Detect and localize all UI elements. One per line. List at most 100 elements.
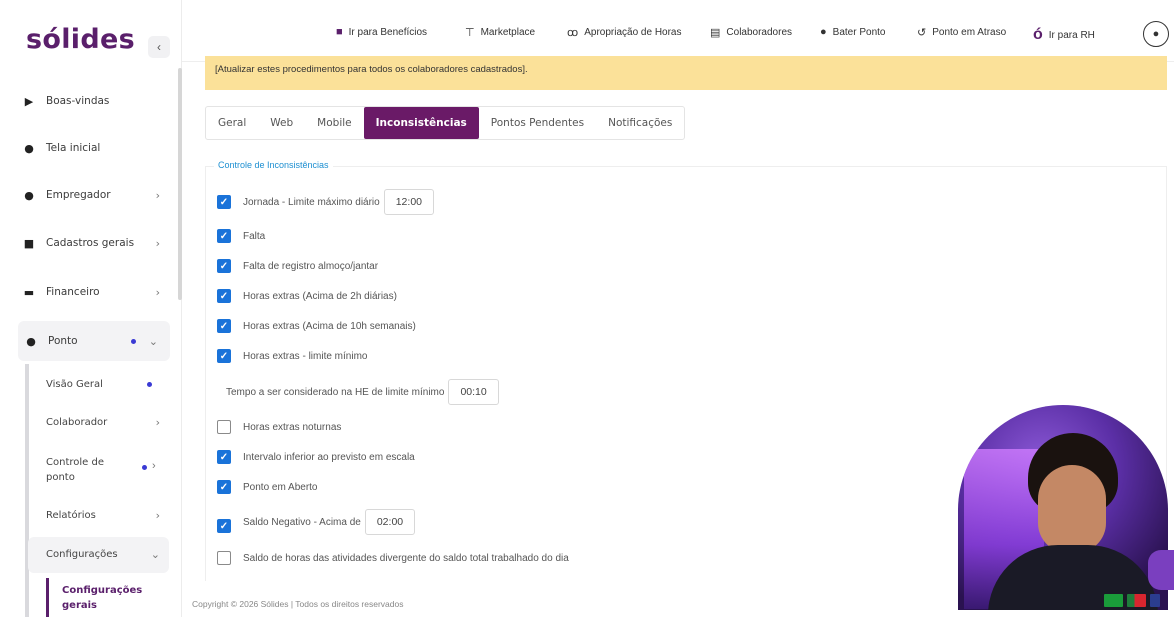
option-he-noturnas: Horas extras noturnas	[217, 420, 341, 434]
option-jornada-limite: ✓ Jornada - Limite máximo diário 12:00	[217, 189, 434, 215]
flag-brazil-icon[interactable]	[1104, 594, 1123, 607]
chevron-right-icon: ›	[155, 285, 160, 299]
option-falta-registro: ✓ Falta de registro almoço/jantar	[217, 259, 378, 273]
sidebar-subsubitem-configuracoes-gerais[interactable]: Configurações gerais	[62, 583, 162, 613]
option-label: Intervalo inferior ao previsto em escala	[243, 451, 415, 463]
tab-pontos-pendentes[interactable]: Pontos Pendentes	[479, 107, 596, 139]
time-input[interactable]: 02:00	[364, 509, 416, 535]
tab-notificacoes[interactable]: Notificações	[596, 107, 684, 139]
sidebar-subitem-label: Configurações	[46, 549, 118, 560]
checkbox[interactable]: ✓	[217, 519, 231, 533]
sidebar-item-cadastros-gerais[interactable]: ■ Cadastros gerais ›	[22, 236, 172, 250]
checkbox[interactable]: ✓	[217, 229, 231, 243]
user-icon: ●	[1152, 28, 1160, 40]
topnav-beneficios[interactable]: ■ Ir para Benefícios	[336, 26, 427, 38]
tab-mobile[interactable]: Mobile	[305, 107, 363, 139]
flag-portugal-icon[interactable]	[1127, 594, 1146, 607]
sidebar-item-empregador[interactable]: ● Empregador ›	[22, 188, 172, 202]
money-icon: ▬	[23, 285, 35, 299]
checkbox[interactable]: ✓	[217, 195, 231, 209]
topbar: ■ Ir para Benefícios ⊤ Marketplace ꝏ Apr…	[182, 0, 1174, 62]
fieldset-legend: Controle de Inconsistências	[214, 160, 333, 170]
sidebar-subitem-controle-de-ponto[interactable]: Controle de ponto	[46, 455, 134, 485]
sidebar-scrollbar[interactable]	[178, 68, 182, 300]
topnav-label: Ir para RH	[1048, 29, 1095, 41]
checkbox[interactable]: ✓	[217, 450, 231, 464]
option-falta: ✓ Falta	[217, 229, 265, 243]
logo[interactable]: sólides	[26, 24, 135, 55]
checkbox[interactable]	[217, 551, 231, 565]
play-icon: ▶	[24, 94, 34, 108]
option-intervalo-inferior: ✓ Intervalo inferior ao previsto em esca…	[217, 450, 415, 464]
time-input[interactable]: 12:00	[383, 189, 434, 215]
active-indicator	[46, 578, 49, 617]
chat-widget-button[interactable]	[1148, 550, 1174, 590]
notification-dot	[131, 338, 136, 344]
option-label: Jornada - Limite máximo diário	[243, 196, 380, 208]
logo-row: sólides ‹	[0, 0, 181, 78]
option-label: Saldo de horas das atividades divergente…	[243, 552, 569, 564]
topnav-ponto-em-atraso[interactable]: ↺ Ponto em Atraso	[917, 26, 1006, 39]
checkbox[interactable]: ✓	[217, 319, 231, 333]
gift-icon: ■	[336, 26, 343, 38]
time-input[interactable]: 00:10	[448, 379, 499, 405]
sidebar-item-ponto[interactable]: ● Ponto ⌄	[18, 321, 170, 361]
topnav-label: Colaboradores	[726, 27, 793, 38]
option-ponto-aberto: ✓ Ponto em Aberto	[217, 480, 318, 494]
home-icon: ●	[24, 141, 34, 155]
notice-banner: [Atualizar estes procedimentos para todo…	[205, 56, 1167, 90]
sidebar-subitem-relatorios[interactable]: Relatórios ›	[46, 508, 170, 523]
topnav-label: Bater Ponto	[832, 26, 886, 38]
chevron-right-icon: ›	[155, 509, 160, 522]
topnav-colaboradores[interactable]: ▤ Colaboradores	[710, 26, 792, 39]
tab-inconsistencias[interactable]: Inconsistências	[363, 107, 479, 139]
checkbox[interactable]	[217, 420, 231, 434]
cart-icon: ⊤	[465, 27, 475, 39]
sidebar-item-label: Financeiro	[46, 286, 100, 298]
folder-icon: ■	[23, 236, 35, 250]
user-avatar-button[interactable]: ●	[1143, 21, 1169, 47]
min-time-label: Tempo a ser considerado na HE de limite …	[226, 386, 445, 398]
checkbox[interactable]: ✓	[217, 480, 231, 494]
checkbox[interactable]: ✓	[217, 259, 231, 273]
sidebar-item-label: Ponto	[48, 335, 78, 347]
topnav-marketplace[interactable]: ⊤ Marketplace	[465, 26, 535, 39]
sidebar-item-tela-inicial[interactable]: ● Tela inicial	[22, 141, 172, 155]
language-flags	[1104, 594, 1160, 607]
presenter-webcam-overlay	[958, 405, 1168, 610]
presenter-face	[1038, 465, 1106, 553]
tab-web[interactable]: Web	[258, 107, 305, 139]
sidebar-subitem-label: Relatórios	[46, 510, 96, 521]
sidebar-subitem-visao-geral[interactable]: Visão Geral	[46, 377, 170, 392]
chevron-down-icon: ⌄	[150, 548, 160, 561]
sidebar-subitem-colaborador[interactable]: Colaborador ›	[46, 415, 170, 430]
topnav-apropriacao-de-horas[interactable]: ꝏ Apropriação de Horas	[567, 26, 682, 39]
chevron-right-icon: ›	[155, 236, 160, 250]
tab-geral[interactable]: Geral	[206, 107, 258, 139]
sidebar: sólides ‹ ▶ Boas-vindas ● Tela inicial ●…	[0, 0, 182, 617]
option-label: Horas extras (Acima de 10h semanais)	[243, 320, 416, 332]
checkbox[interactable]: ✓	[217, 289, 231, 303]
option-label: Horas extras - limite mínimo	[243, 350, 368, 362]
chevron-right-icon: ›	[152, 460, 156, 472]
option-saldo-negativo: ✓ Saldo Negativo - Acima de 02:00	[217, 509, 416, 535]
list-icon: ▤	[710, 27, 721, 39]
chevron-down-icon: ⌄	[148, 334, 158, 348]
topnav-bater-ponto[interactable]: ● Bater Ponto	[820, 26, 885, 38]
option-label: Ponto em Aberto	[243, 481, 318, 493]
people-icon: ꝏ	[567, 27, 579, 39]
option-label: Falta	[243, 230, 266, 242]
submenu-line	[25, 364, 29, 617]
topnav-ir-para-rh[interactable]: ó Ir para RH	[1033, 26, 1095, 44]
footer-copyright: Copyright © 2026 Sólides | Todos os dire…	[192, 599, 404, 609]
topnav-label: Apropriação de Horas	[584, 27, 682, 38]
option-label: Falta de registro almoço/jantar	[243, 260, 379, 272]
collapse-sidebar-button[interactable]: ‹	[148, 36, 170, 58]
sidebar-subitem-configuracoes[interactable]: Configurações ⌄	[46, 547, 170, 562]
topnav-label: Ponto em Atraso	[932, 27, 1007, 38]
sidebar-item-financeiro[interactable]: ▬ Financeiro ›	[22, 285, 172, 299]
sidebar-item-boas-vindas[interactable]: ▶ Boas-vindas	[22, 94, 172, 108]
checkbox[interactable]: ✓	[217, 349, 231, 363]
flag-uk-icon[interactable]	[1150, 594, 1160, 607]
sidebar-item-label: Empregador	[46, 189, 111, 201]
